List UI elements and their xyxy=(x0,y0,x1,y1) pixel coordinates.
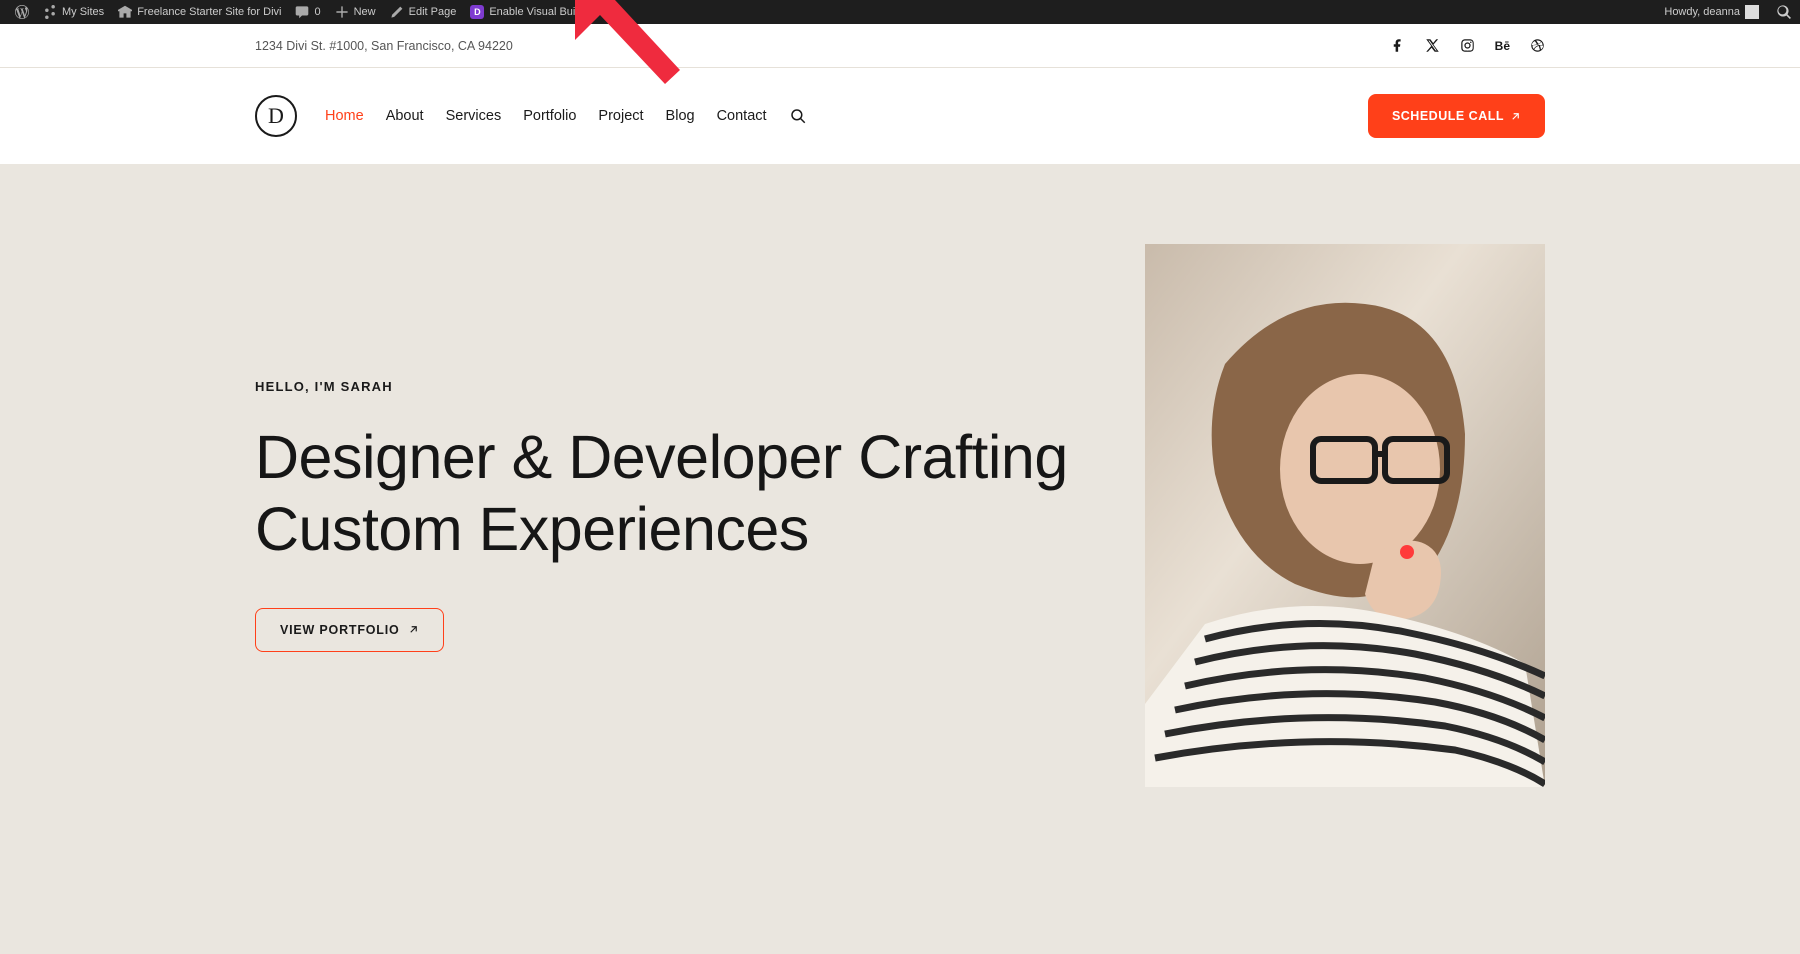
multisite-icon xyxy=(43,5,57,19)
nav-link-services[interactable]: Services xyxy=(446,108,502,124)
x-icon[interactable] xyxy=(1425,38,1440,53)
hero-section: HELLO, I'M SARAH Designer & Developer Cr… xyxy=(0,164,1800,817)
address-text: 1234 Divi St. #1000, San Francisco, CA 9… xyxy=(255,39,513,53)
comments-link[interactable]: 0 xyxy=(288,0,327,24)
site-name-label: Freelance Starter Site for Divi xyxy=(137,6,281,18)
facebook-icon[interactable] xyxy=(1390,38,1405,53)
hero-image xyxy=(1145,244,1545,787)
hero-eyebrow: HELLO, I'M SARAH xyxy=(255,379,1085,394)
comment-count: 0 xyxy=(314,6,320,18)
avatar-icon xyxy=(1745,5,1759,19)
nav-link-blog[interactable]: Blog xyxy=(666,108,695,124)
cta-label: SCHEDULE CALL xyxy=(1392,109,1504,123)
site-name-link[interactable]: Freelance Starter Site for Divi xyxy=(111,0,288,24)
edit-page-label: Edit Page xyxy=(409,6,457,18)
primary-menu: Home About Services Portfolio Project Bl… xyxy=(325,107,807,125)
howdy-label: Howdy, deanna xyxy=(1664,6,1740,18)
my-sites-label: My Sites xyxy=(62,6,104,18)
wp-admin-bar: My Sites Freelance Starter Site for Divi… xyxy=(0,0,1800,24)
comment-icon xyxy=(295,5,309,19)
new-label: New xyxy=(354,6,376,18)
portfolio-btn-label: VIEW PORTFOLIO xyxy=(280,623,400,637)
hero-title: Designer & Developer Crafting Custom Exp… xyxy=(255,422,1085,566)
dribbble-icon[interactable] xyxy=(1530,38,1545,53)
admin-search-icon[interactable] xyxy=(1776,4,1792,20)
enable-visual-builder-link[interactable]: D Enable Visual Builder xyxy=(463,0,600,24)
nav-link-contact[interactable]: Contact xyxy=(717,108,767,124)
plus-icon xyxy=(335,5,349,19)
pencil-icon xyxy=(390,5,404,19)
schedule-call-button[interactable]: SCHEDULE CALL xyxy=(1368,94,1545,138)
user-account-link[interactable]: Howdy, deanna xyxy=(1657,0,1766,24)
nav-link-portfolio[interactable]: Portfolio xyxy=(523,108,576,124)
new-content-link[interactable]: New xyxy=(328,0,383,24)
nav-link-home[interactable]: Home xyxy=(325,108,364,124)
arrow-up-right-icon xyxy=(1510,111,1521,122)
edit-page-link[interactable]: Edit Page xyxy=(383,0,464,24)
nav-link-project[interactable]: Project xyxy=(598,108,643,124)
top-info-bar: 1234 Divi St. #1000, San Francisco, CA 9… xyxy=(0,24,1800,68)
enable-vb-label: Enable Visual Builder xyxy=(489,6,593,18)
behance-icon[interactable]: Bē xyxy=(1495,39,1510,53)
wordpress-icon xyxy=(15,5,29,19)
main-header: D Home About Services Portfolio Project … xyxy=(0,68,1800,164)
site-logo[interactable]: D xyxy=(255,95,297,137)
view-portfolio-button[interactable]: VIEW PORTFOLIO xyxy=(255,608,444,652)
social-icons-row: Bē xyxy=(1390,38,1545,53)
nav-search-icon[interactable] xyxy=(789,107,807,125)
nav-link-about[interactable]: About xyxy=(386,108,424,124)
dashboard-icon xyxy=(118,5,132,19)
wp-logo-menu[interactable] xyxy=(8,0,36,24)
arrow-up-right-icon xyxy=(408,624,419,635)
my-sites-link[interactable]: My Sites xyxy=(36,0,111,24)
instagram-icon[interactable] xyxy=(1460,38,1475,53)
divi-icon: D xyxy=(470,5,484,19)
